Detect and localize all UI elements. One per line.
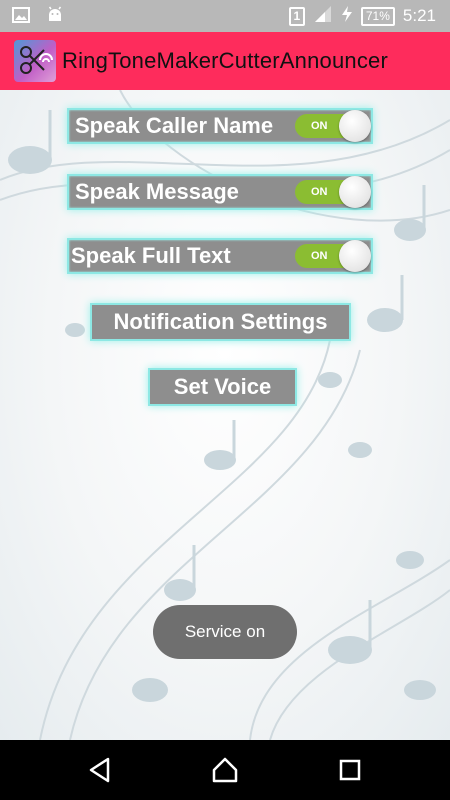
main-content: Speak Caller Name ON Speak Message ON Sp… xyxy=(0,90,450,740)
speak-message-label: Speak Message xyxy=(75,179,239,204)
switch-state-text: ON xyxy=(311,120,328,132)
switch-knob xyxy=(339,110,371,142)
toggle-row-speak-caller-name[interactable]: Speak Caller Name ON xyxy=(67,108,373,144)
recents-icon[interactable] xyxy=(336,756,364,784)
speak-full-text-switch[interactable]: ON xyxy=(295,240,371,272)
sim-slot-indicator: 1 xyxy=(288,6,305,26)
switch-state-text: ON xyxy=(311,186,328,198)
app-bar: RingToneMakerCutterAnnouncer xyxy=(0,32,450,90)
notification-settings-button[interactable]: Notification Settings xyxy=(90,303,351,341)
set-voice-button[interactable]: Set Voice xyxy=(148,368,297,406)
navigation-bar xyxy=(0,740,450,800)
toggle-row-speak-message[interactable]: Speak Message ON xyxy=(67,174,373,210)
charging-icon xyxy=(341,5,353,27)
speak-caller-name-switch[interactable]: ON xyxy=(295,110,371,142)
speak-full-text-label: Speak Full Text xyxy=(71,243,231,268)
home-icon[interactable] xyxy=(211,756,239,784)
battery-indicator: 71% xyxy=(360,6,395,26)
app-logo-icon xyxy=(14,40,56,82)
speak-message-switch[interactable]: ON xyxy=(295,176,371,208)
clock: 5:21 xyxy=(402,6,436,25)
switch-state-text: ON xyxy=(311,250,328,262)
android-icon xyxy=(46,6,64,29)
toast-message: Service on xyxy=(153,605,297,659)
app-title: RingToneMakerCutterAnnouncer xyxy=(62,48,388,73)
speak-caller-name-label: Speak Caller Name xyxy=(75,113,274,138)
back-icon[interactable] xyxy=(86,756,114,784)
gallery-icon xyxy=(12,6,30,29)
signal-icon xyxy=(313,5,333,27)
switch-knob xyxy=(339,176,371,208)
status-bar: 1 71% 5:21 xyxy=(0,0,450,32)
switch-knob xyxy=(339,240,371,272)
toggle-row-speak-full-text[interactable]: Speak Full Text ON xyxy=(67,238,373,274)
